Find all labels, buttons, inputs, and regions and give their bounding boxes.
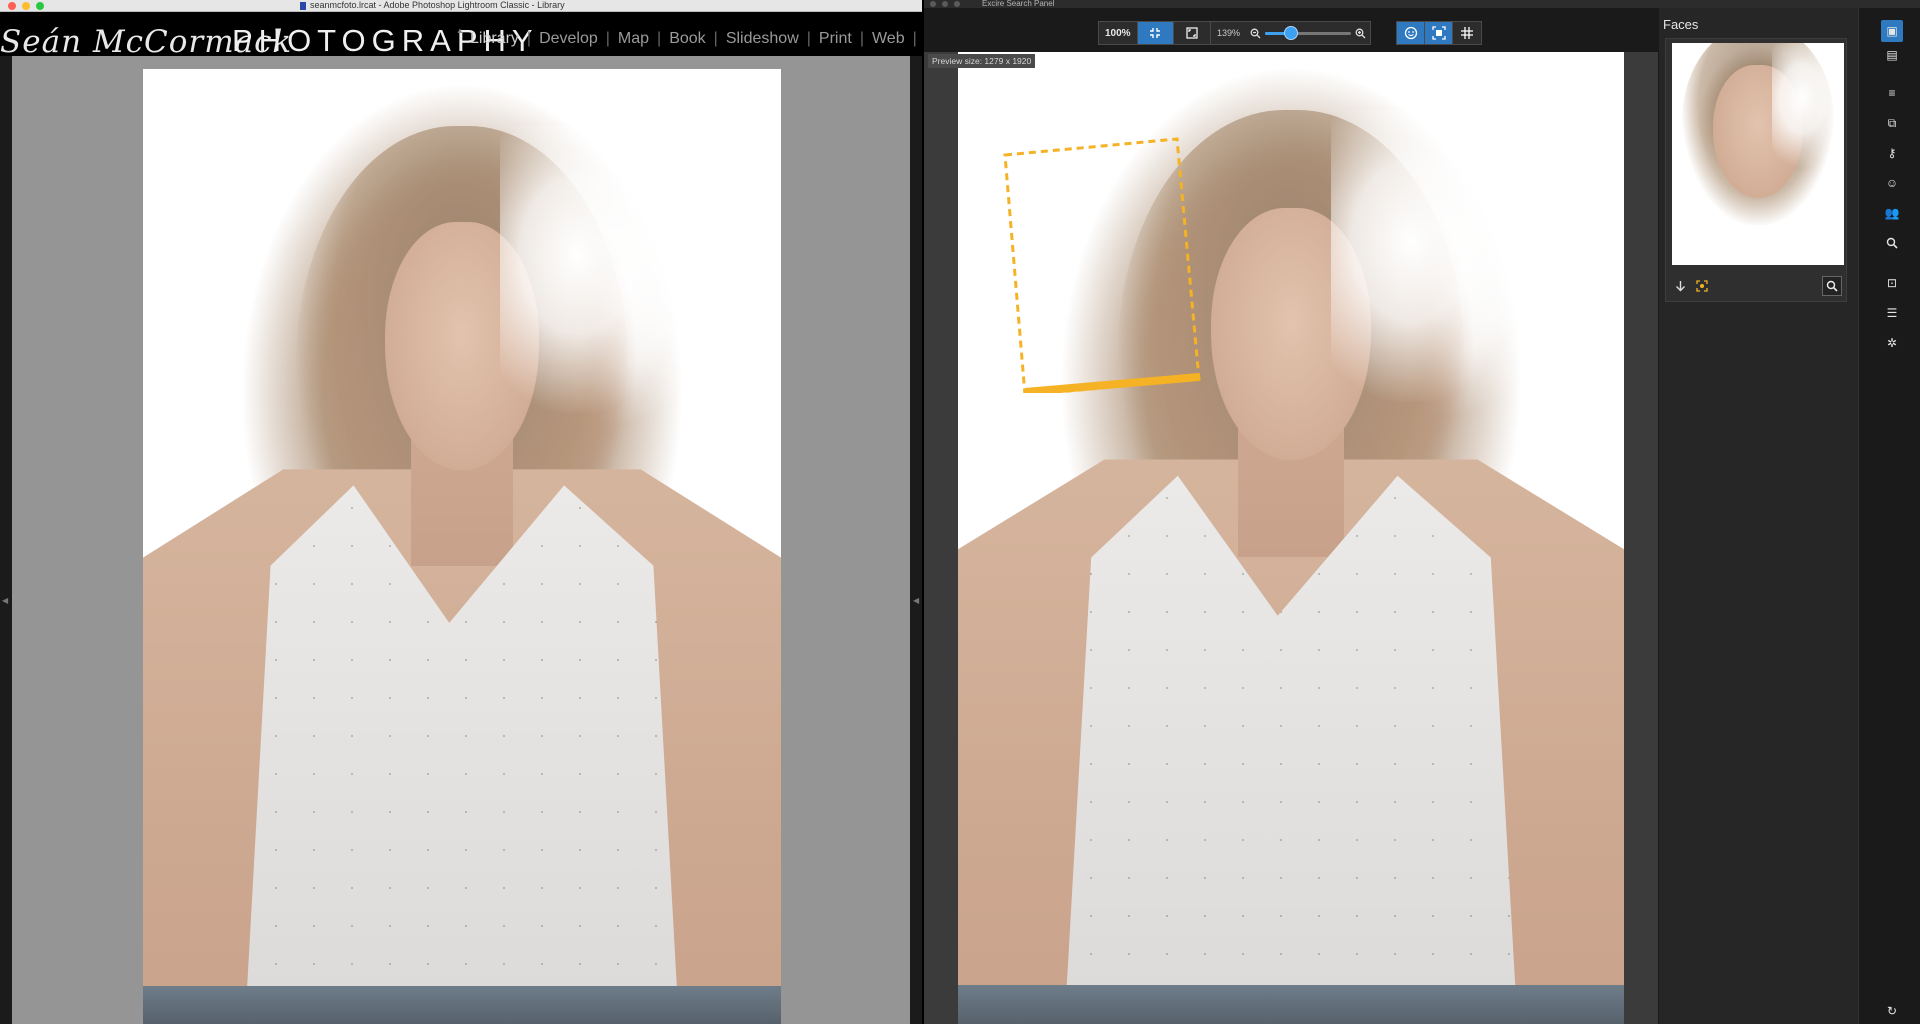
sidebar-edit-list-button[interactable]: ≡ xyxy=(1881,82,1903,104)
sidebar-sort-button[interactable]: ☰ xyxy=(1881,302,1903,324)
zoom-window-button[interactable] xyxy=(954,1,960,7)
window-title-text: seanmcfoto.lrcat - Adobe Photoshop Light… xyxy=(310,0,565,10)
identity-plate-bar: Seán McCormack PHOTOGRAPHY ▲ Library | D… xyxy=(0,12,948,60)
preview-size-label: Preview size: 1279 x 1920 xyxy=(928,54,1036,68)
module-separator: | xyxy=(806,30,811,47)
faces-panel: Faces xyxy=(1658,8,1858,1024)
edit-list-icon: ≡ xyxy=(1888,86,1896,100)
face-icon: ☺ xyxy=(1885,176,1899,190)
copy-icon: ⧉ xyxy=(1887,115,1897,130)
arrow-down-icon xyxy=(1675,281,1685,292)
sidebar-refresh-button[interactable]: ↻ xyxy=(1881,1000,1903,1022)
catalog-file-icon xyxy=(300,1,306,10)
sidebar-keyword-button[interactable]: ⚷ xyxy=(1881,142,1903,164)
viewer-toolbar: 100% 139% xyxy=(924,8,1658,52)
sidebar-people-button[interactable]: 👥 xyxy=(1881,202,1903,224)
zoom-group: 139% xyxy=(1210,21,1372,45)
zoom-100-button[interactable]: 100% xyxy=(1099,22,1138,44)
zoom-in-icon[interactable] xyxy=(1351,22,1370,44)
face-frame-icon xyxy=(1431,26,1446,40)
face-detect-icon xyxy=(1404,26,1417,40)
photo-light-flare xyxy=(1330,110,1531,402)
view-mode-group: 100% xyxy=(1098,21,1211,45)
module-slideshow[interactable]: Slideshow xyxy=(726,30,799,48)
faces-heading: Faces xyxy=(1663,17,1699,32)
module-separator: | xyxy=(657,30,662,47)
minimize-window-button[interactable] xyxy=(22,2,30,10)
close-window-button[interactable] xyxy=(930,1,936,7)
excire-titlebar: Excire Search Panel xyxy=(924,0,1920,8)
module-separator: | xyxy=(526,30,532,47)
sidebar-search-button[interactable] xyxy=(1881,232,1903,254)
module-book[interactable]: Book xyxy=(669,30,705,48)
fit-to-window-button[interactable] xyxy=(1137,22,1174,44)
sidebar-face-button[interactable]: ☺ xyxy=(1881,172,1903,194)
window-title: seanmcfoto.lrcat - Adobe Photoshop Light… xyxy=(300,0,565,10)
photo-railing xyxy=(143,985,781,1024)
zoom-window-button[interactable] xyxy=(36,2,44,10)
fit-to-window-icon xyxy=(1150,28,1161,38)
face-frame-button[interactable] xyxy=(1425,22,1453,44)
right-panel-collapsed[interactable]: ◀ xyxy=(910,56,922,1024)
module-separator: | xyxy=(713,30,718,47)
face-card-actions xyxy=(1666,271,1846,301)
close-window-button[interactable] xyxy=(8,2,16,10)
sidebar-settings-button[interactable]: ✲ xyxy=(1881,332,1903,354)
keyword-icon: ⚷ xyxy=(1887,146,1897,160)
face-detect-button[interactable] xyxy=(1397,22,1425,44)
collapse-top-panel-icon[interactable]: ▲ xyxy=(456,26,464,35)
excire-window-title: Excire Search Panel xyxy=(982,0,1055,8)
module-library[interactable]: Library xyxy=(470,30,519,48)
zoom-value: 139% xyxy=(1217,28,1241,38)
people-icon: 👥 xyxy=(1884,206,1900,220)
excire-sidebar: ▣ ▤ ≡ ⧉ ⚷ ☺ 👥 ⊡ ☰ ✲ ↻ xyxy=(1858,8,1920,1024)
module-separator: | xyxy=(912,30,917,47)
module-separator: | xyxy=(859,30,864,47)
zoom-slider[interactable] xyxy=(1265,22,1352,44)
module-picker: Library | Develop | Map | Book | Slidesh… xyxy=(470,30,948,48)
zoom-slider-thumb[interactable] xyxy=(1283,26,1298,40)
loupe-photo xyxy=(143,69,781,1024)
face-thumbnail[interactable] xyxy=(1672,43,1844,265)
lightroom-titlebar: seanmcfoto.lrcat - Adobe Photoshop Light… xyxy=(0,0,922,12)
download-face-button[interactable] xyxy=(1670,276,1690,296)
module-map[interactable]: Map xyxy=(618,30,649,48)
module-print[interactable]: Print xyxy=(819,30,852,48)
image-icon: ▣ xyxy=(1886,24,1898,38)
search-icon xyxy=(1826,280,1838,292)
sidebar-collection-button[interactable]: ⊡ xyxy=(1881,272,1903,294)
sort-icon: ☰ xyxy=(1886,306,1898,320)
photo-light-flare xyxy=(500,126,692,413)
face-locate-icon xyxy=(1696,280,1708,292)
grid-icon xyxy=(1461,27,1473,39)
overlay-group xyxy=(1396,21,1482,45)
sidebar-copy-button[interactable]: ⧉ xyxy=(1881,112,1903,134)
minimize-window-button[interactable] xyxy=(942,1,948,7)
zoom-out-icon[interactable] xyxy=(1246,22,1265,44)
photo-railing xyxy=(958,985,1624,1024)
collection-icon: ⊡ xyxy=(1886,276,1898,290)
module-separator: | xyxy=(605,30,610,47)
stacked-images-icon: ▤ xyxy=(1886,48,1898,62)
locate-face-button[interactable] xyxy=(1692,276,1712,296)
photo-light-flare xyxy=(1771,43,1844,168)
sidebar-stack-button[interactable]: ▤ xyxy=(1881,44,1903,66)
fill-frame-icon xyxy=(1185,27,1198,39)
search-icon xyxy=(1886,237,1898,249)
settings-sparkle-icon: ✲ xyxy=(1886,336,1898,350)
lightroom-window: seanmcfoto.lrcat - Adobe Photoshop Light… xyxy=(0,0,948,1024)
expand-right-panel-icon[interactable]: ◀ xyxy=(913,596,919,605)
grid-overlay-button[interactable] xyxy=(1453,22,1481,44)
module-develop[interactable]: Develop xyxy=(539,30,598,48)
sidebar-image-button[interactable]: ▣ xyxy=(1881,20,1903,42)
face-card[interactable] xyxy=(1665,38,1847,302)
fill-frame-button[interactable] xyxy=(1174,22,1210,44)
refresh-icon: ↻ xyxy=(1886,1004,1898,1018)
module-web[interactable]: Web xyxy=(872,30,905,48)
face-detection-box[interactable] xyxy=(1003,137,1201,393)
left-panel-collapsed[interactable]: ◀ xyxy=(0,56,12,1024)
search-similar-faces-button[interactable] xyxy=(1822,276,1842,296)
expand-left-panel-icon[interactable]: ◀ xyxy=(2,596,8,605)
